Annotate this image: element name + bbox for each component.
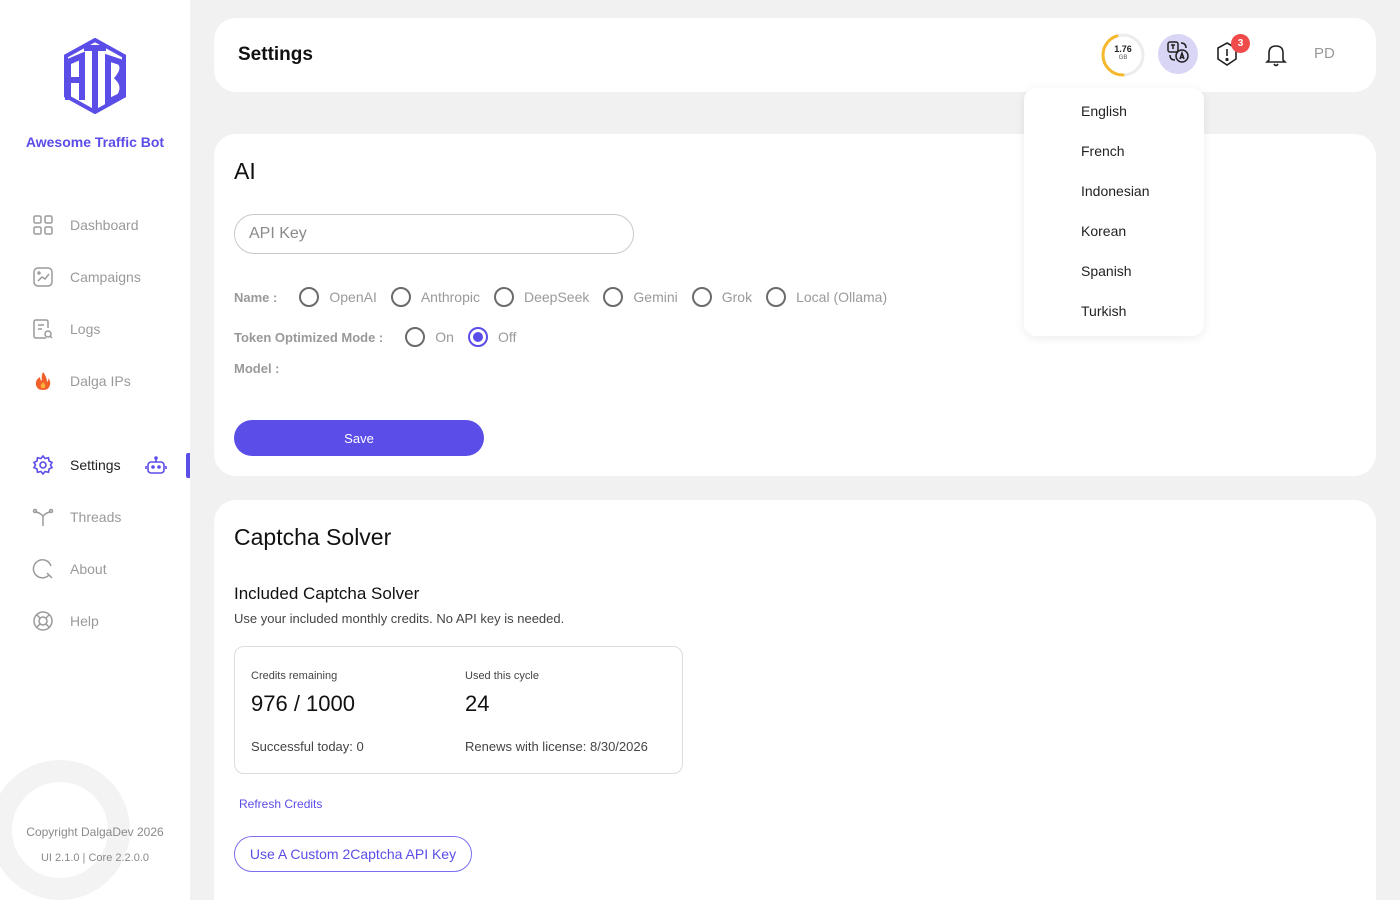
radio-circle (494, 287, 514, 307)
provider-radio-gemini[interactable]: Gemini (603, 287, 678, 307)
provider-radio-grok[interactable]: Grok (691, 287, 753, 307)
radio-circle (390, 287, 411, 307)
used-cycle-label: Used this cycle (465, 670, 539, 682)
custom-api-key-button[interactable]: Use A Custom 2Captcha API Key (234, 836, 472, 872)
credits-panel: Credits remaining 976 / 1000 Successful … (234, 646, 683, 774)
radio-circle (299, 287, 320, 307)
provider-radio-anthropic[interactable]: Anthropic (390, 287, 480, 307)
active-indicator (186, 453, 190, 478)
language-option-korean[interactable]: Korean (1081, 223, 1126, 239)
memory-value: 1.76 (1114, 44, 1132, 54)
logs-icon (32, 318, 54, 340)
radio-circle (603, 287, 624, 307)
provider-radio-openai[interactable]: OpenAI (299, 287, 377, 307)
page-title: Settings (238, 44, 313, 65)
sidebar-item-dalga-ips[interactable]: Dalga IPs (32, 369, 131, 393)
radio-circle (405, 327, 426, 347)
sidebar-item-about[interactable]: About (32, 557, 107, 581)
token-mode-option-label: On (435, 329, 454, 345)
language-option-english[interactable]: English (1081, 103, 1127, 119)
provider-radio-deepseek[interactable]: DeepSeek (494, 287, 589, 307)
language-dropdown: English French Indonesian Korean Spanish… (1024, 88, 1204, 336)
refresh-credits-link[interactable]: Refresh Credits (239, 797, 322, 811)
radio-circle-checked (467, 327, 488, 347)
successful-today: Successful today: 0 (251, 739, 364, 754)
about-icon (32, 558, 54, 580)
sidebar-item-dashboard[interactable]: Dashboard (32, 213, 139, 237)
sidebar-item-logs[interactable]: Logs (32, 317, 100, 341)
memory-readout: 1.76 GB (1100, 45, 1146, 63)
token-mode-radio-group: Token Optimized Mode : On Off (234, 327, 530, 347)
notifications-button[interactable] (1264, 42, 1288, 68)
used-cycle-value: 24 (465, 691, 490, 716)
sidebar-item-campaigns[interactable]: Campaigns (32, 265, 141, 289)
token-mode-label: Token Optimized Mode : (234, 329, 384, 345)
threads-icon (32, 506, 54, 528)
robot-icon[interactable] (145, 455, 167, 477)
name-label: Name : (234, 289, 278, 305)
app-logo (60, 37, 130, 115)
provider-label: Gemini (633, 289, 678, 305)
memory-unit: GB (1118, 55, 1128, 61)
help-icon (32, 610, 54, 632)
sidebar-item-label: Logs (70, 321, 101, 337)
renewal-date: Renews with license: 8/30/2026 (465, 739, 648, 754)
provider-radio-group: Name : OpenAI Anthropic DeepSeek Gemini … (234, 287, 901, 307)
ai-section-title: AI (234, 158, 256, 184)
copyright-text: Copyright DalgaDev 2026 (26, 825, 164, 839)
captcha-settings-card: Captcha Solver Included Captcha Solver U… (214, 500, 1376, 900)
language-option-turkish[interactable]: Turkish (1081, 303, 1126, 319)
provider-label: Local (Ollama) (796, 289, 888, 305)
radio-circle (691, 287, 712, 307)
sidebar-item-label: Dashboard (70, 217, 139, 233)
sidebar: Awesome Traffic Bot Dashboard Campaigns … (0, 0, 190, 900)
save-button[interactable]: Save (234, 420, 484, 456)
version-text: UI 2.1.0 | Core 2.2.0.0 (40, 852, 150, 864)
captcha-section-title: Captcha Solver (234, 524, 392, 550)
memory-gauge[interactable]: 1.76 GB (1100, 32, 1146, 78)
brand-name: Awesome Traffic Bot (25, 134, 165, 150)
token-mode-option-label: Off (497, 329, 517, 345)
language-button[interactable] (1158, 34, 1198, 74)
provider-label: OpenAI (329, 289, 377, 305)
sidebar-item-threads[interactable]: Threads (32, 505, 121, 529)
captcha-subtitle: Included Captcha Solver (234, 584, 420, 603)
language-option-indonesian[interactable]: Indonesian (1081, 183, 1150, 199)
token-mode-radio-on[interactable]: On (405, 327, 454, 347)
provider-label: Anthropic (420, 289, 480, 305)
bell-icon (1265, 45, 1287, 67)
sidebar-item-label: Settings (70, 457, 121, 473)
token-mode-radio-off[interactable]: Off (467, 327, 517, 347)
model-label: Model : (234, 361, 280, 376)
provider-label: Grok (721, 289, 753, 305)
language-option-french[interactable]: French (1081, 143, 1125, 159)
credits-remaining-value: 976 / 1000 (251, 691, 355, 716)
avatar[interactable]: PD (1314, 45, 1335, 62)
sidebar-item-help[interactable]: Help (32, 609, 99, 633)
api-key-input[interactable] (234, 214, 634, 254)
captcha-description: Use your included monthly credits. No AP… (234, 611, 565, 626)
provider-label: DeepSeek (524, 289, 590, 305)
translate-icon (1166, 40, 1190, 69)
alert-count-badge: 3 (1231, 34, 1250, 53)
credits-remaining-label: Credits remaining (251, 670, 338, 682)
provider-radio-local-ollama[interactable]: Local (Ollama) (766, 287, 887, 307)
sidebar-item-label: Campaigns (70, 269, 141, 285)
top-header: Settings 1.76 GB 3 PD (214, 18, 1376, 92)
sidebar-item-label: Dalga IPs (70, 373, 131, 389)
dashboard-icon (32, 214, 54, 236)
sidebar-item-label: Threads (70, 509, 122, 525)
fire-icon (32, 370, 54, 392)
campaigns-icon (32, 266, 54, 288)
sidebar-item-settings[interactable]: Settings (32, 453, 121, 477)
sidebar-item-label: About (70, 561, 107, 577)
sidebar-item-label: Help (70, 613, 99, 629)
gear-icon (32, 454, 54, 476)
language-option-spanish[interactable]: Spanish (1081, 263, 1132, 279)
radio-circle (766, 287, 787, 307)
